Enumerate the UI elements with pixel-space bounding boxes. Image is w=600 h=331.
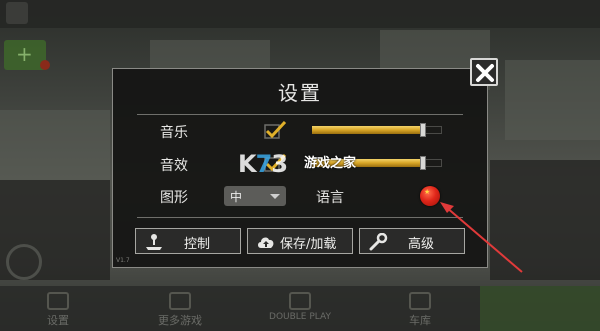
annotation-arrow-icon <box>440 202 523 273</box>
